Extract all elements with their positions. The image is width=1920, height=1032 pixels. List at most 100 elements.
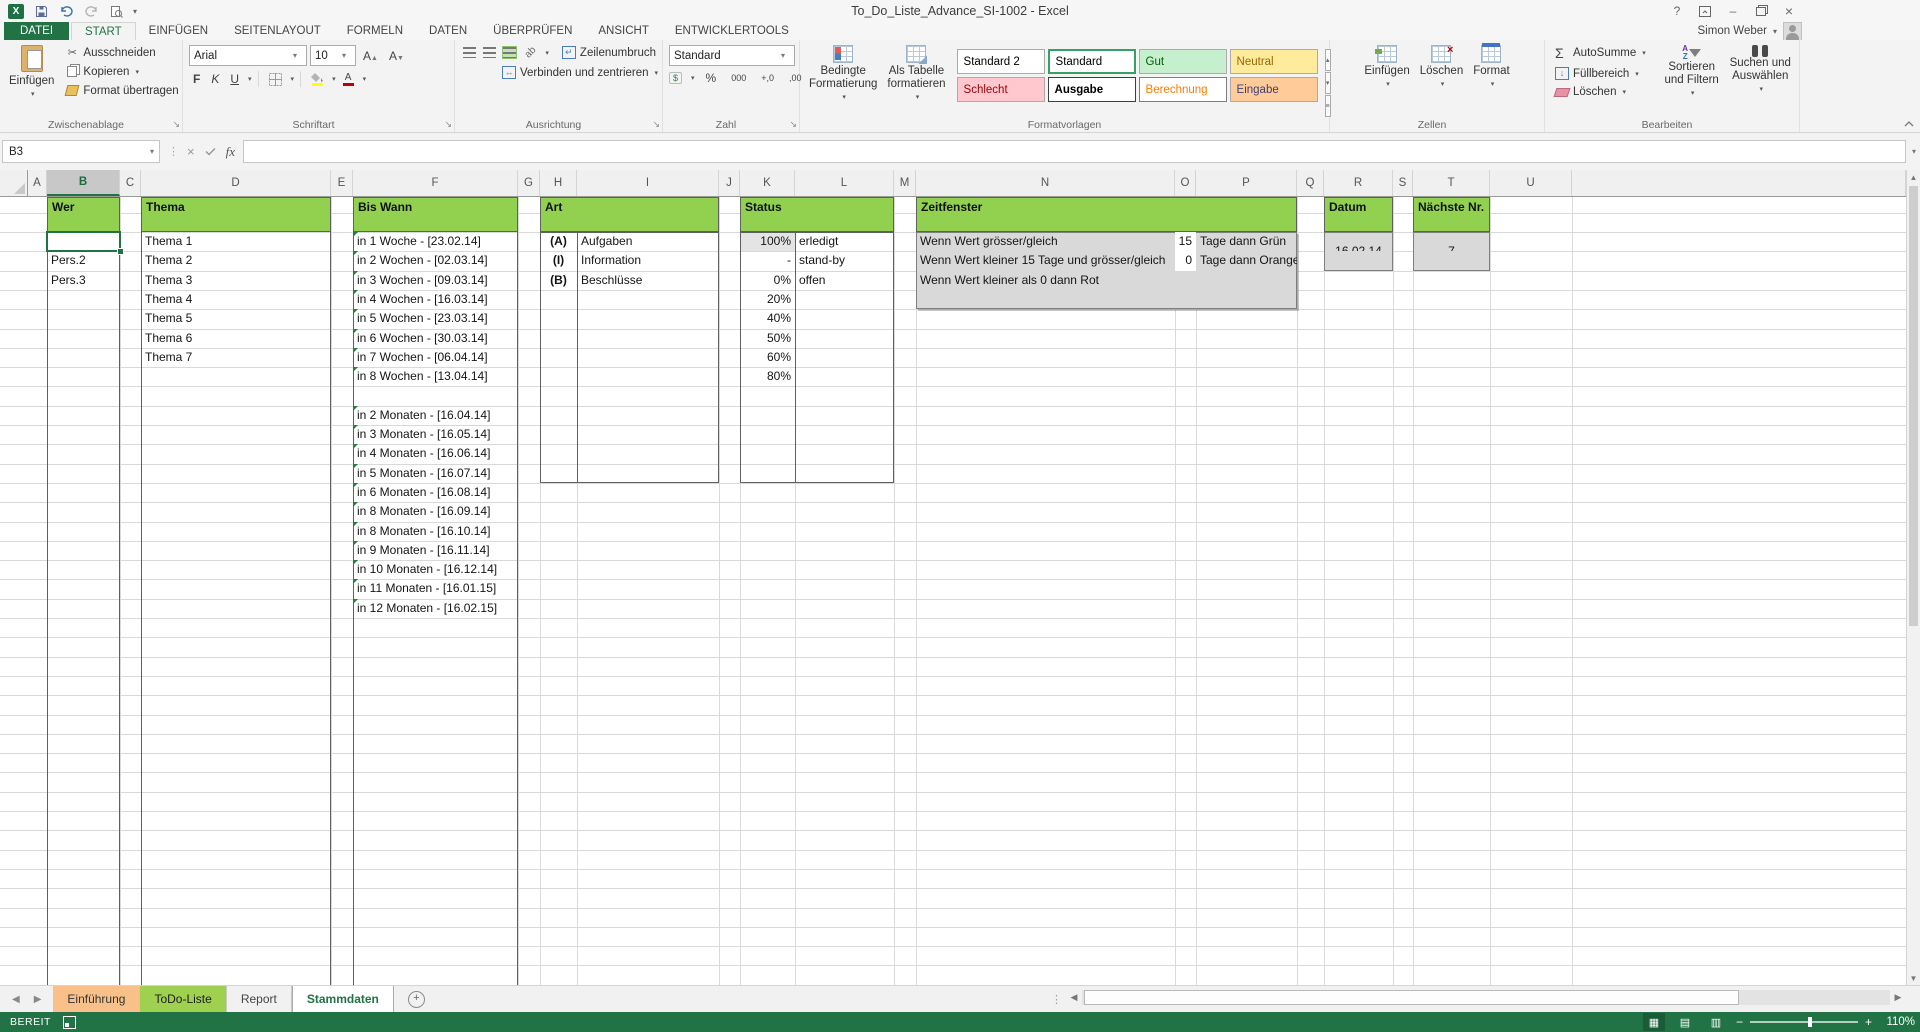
ribbon-display-icon[interactable] [1692,1,1718,21]
redo-icon[interactable] [83,3,99,19]
cell-F13[interactable]: in 3 Monaten - [16.05.14] [353,425,518,444]
cell-F15[interactable]: in 5 Monaten - [16.07.14] [353,464,518,483]
sheet-nav-left-icon[interactable]: ◀ [12,994,20,1005]
column-header-B[interactable]: B [47,170,120,196]
insert-cells-button[interactable]: Einfügen ▾ [1364,43,1409,117]
sheet-tab-todo-liste[interactable]: ToDo-Liste [140,986,226,1012]
cell-O4[interactable]: 0 [1175,251,1196,270]
font-family-select[interactable]: Arial▾ [189,45,307,66]
column-header-Q[interactable]: Q [1297,170,1324,196]
dialog-launcher-icon[interactable]: ↘ [652,119,660,130]
restore-icon[interactable] [1748,1,1774,21]
fill-handle[interactable] [117,248,124,255]
column-header-P[interactable]: P [1196,170,1297,196]
borders-button[interactable] [265,73,286,86]
cell-I3[interactable]: Aufgaben [577,232,719,251]
cell-B5[interactable]: Pers.3 [47,271,120,290]
column-header-K[interactable]: K [740,170,795,196]
column-header-G[interactable]: G [518,170,540,196]
cell-F4[interactable]: in 2 Wochen - [02.03.14] [353,251,518,270]
cell-style-standard[interactable]: Standard [1048,49,1136,74]
cell-F12[interactable]: in 2 Monaten - [16.04.14] [353,406,518,425]
vertical-scrollbar[interactable]: ▲ ▼ [1906,170,1920,985]
zoom-in-button[interactable]: + [1865,1015,1872,1029]
scroll-left-icon[interactable]: ◀ [1066,989,1082,1006]
collapse-ribbon-icon[interactable] [1904,119,1914,129]
horizontal-scrollbar[interactable]: ◀ ▶ [1066,989,1906,1006]
cut-button[interactable]: ✂ Ausschneiden [63,45,180,60]
column-header-T[interactable]: T [1413,170,1490,196]
zoom-out-button[interactable]: − [1736,1015,1743,1029]
cell-style-eingabe[interactable]: Eingabe [1230,77,1318,102]
dialog-launcher-icon[interactable]: ↘ [172,119,180,130]
italic-button[interactable]: K [207,72,223,86]
clear-button[interactable]: Löschen▾ [1553,85,1648,99]
sheet-tab-report[interactable]: Report [227,986,292,1012]
cell-B4[interactable]: Pers.2 [47,251,120,270]
cancel-icon[interactable]: × [187,144,195,159]
cell-F20[interactable]: in 10 Monaten - [16.12.14] [353,560,518,579]
ribbon-tab-einfügen[interactable]: EINFÜGEN [136,22,221,40]
thousands-format-button[interactable]: 000 [727,73,750,83]
name-box-caret-icon[interactable]: ▾ [150,147,159,156]
cell-D3[interactable]: Thema 1 [141,232,331,251]
cell-H5[interactable]: (B) [540,271,577,290]
cell-H3[interactable]: (A) [540,232,577,251]
column-header-M[interactable]: M [894,170,916,196]
page-break-view-button[interactable]: ▥ [1705,1013,1727,1031]
format-as-table-button[interactable]: Als Tabelle formatieren ▾ [882,43,950,117]
percent-format-button[interactable]: % [702,71,721,85]
grow-font-button[interactable]: A▲ [359,49,382,63]
column-header-F[interactable]: F [353,170,518,196]
sort-filter-button[interactable]: AZ Sortieren und Filtern▾ [1658,43,1726,117]
cell-F22[interactable]: in 12 Monaten - [16.02.15] [353,599,518,618]
cell-style-standard-2[interactable]: Standard 2 [957,49,1045,74]
minimize-icon[interactable]: – [1720,1,1746,21]
align-middle-icon[interactable] [483,47,496,58]
column-header-H[interactable]: H [540,170,577,196]
expand-formula-bar-icon[interactable]: ▾ [1908,147,1920,156]
cell-F3[interactable]: in 1 Woche - [23.02.14] [353,232,518,251]
ribbon-tab-seitenlayout[interactable]: SEITENLAYOUT [221,22,334,40]
formula-input[interactable] [243,140,1906,163]
font-size-select[interactable]: 10▾ [310,45,356,66]
cell-L5[interactable]: offen [795,271,894,290]
cell-F9[interactable]: in 7 Wochen - [06.04.14] [353,348,518,367]
zoom-slider-thumb[interactable] [1808,1017,1812,1027]
column-header-I[interactable]: I [577,170,719,196]
horizontal-scroll-thumb[interactable] [1084,990,1739,1005]
ribbon-tab-überprüfen[interactable]: ÜBERPRÜFEN [480,22,585,40]
column-header-U[interactable]: U [1490,170,1572,196]
cell-F10[interactable]: in 8 Wochen - [13.04.14] [353,367,518,386]
sheet-cells[interactable]: WerThemaBis WannArtStatusZeitfensterDatu… [0,197,1906,985]
cell-style-gut[interactable]: Gut [1139,49,1227,74]
column-header-J[interactable]: J [719,170,740,196]
cell-F19[interactable]: in 9 Monaten - [16.11.14] [353,541,518,560]
insert-function-icon[interactable]: fx [226,144,235,160]
ribbon-tab-entwicklertools[interactable]: ENTWICKLERTOOLS [662,22,802,40]
user-account[interactable]: Simon Weber ▾ [1698,22,1802,40]
cell-D5[interactable]: Thema 3 [141,271,331,290]
fill-color-button[interactable] [307,73,327,86]
cell-D7[interactable]: Thema 5 [141,309,331,328]
underline-button[interactable]: U [226,72,243,86]
cell-T3[interactable]: 7 [1413,232,1490,251]
increase-decimal-button[interactable]: +,0 [757,73,778,83]
shrink-font-button[interactable]: A▼ [385,49,408,63]
column-header-L[interactable]: L [795,170,894,196]
paste-button[interactable]: Einfügen ▾ [4,43,59,117]
ribbon-tab-datei[interactable]: DATEI [4,22,69,40]
macro-record-icon[interactable] [63,1016,76,1029]
cell-D9[interactable]: Thema 7 [141,348,331,367]
select-all-corner[interactable] [0,170,28,197]
cell-D6[interactable]: Thema 4 [141,290,331,309]
sheet-tab-stammdaten[interactable]: Stammdaten [292,986,394,1012]
ribbon-tab-daten[interactable]: DATEN [416,22,480,40]
cell-style-ausgabe[interactable]: Ausgabe [1048,77,1136,102]
cell-N4[interactable]: Wenn Wert kleiner 15 Tage und grösser/gl… [916,251,1175,270]
column-header-C[interactable]: C [120,170,141,196]
cell-F7[interactable]: in 5 Wochen - [23.03.14] [353,309,518,328]
close-icon[interactable]: × [1776,1,1802,21]
dialog-launcher-icon[interactable]: ↘ [444,119,452,130]
column-header-N[interactable]: N [916,170,1175,196]
